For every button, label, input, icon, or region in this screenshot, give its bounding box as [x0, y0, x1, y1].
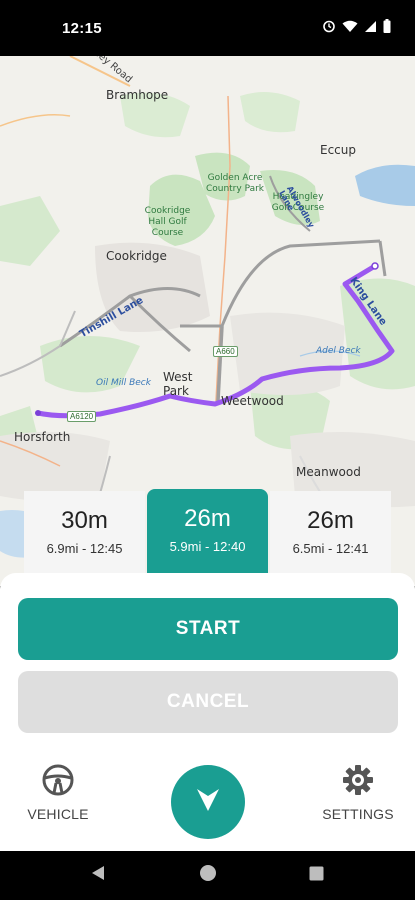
status-time: 12:15 [62, 20, 102, 37]
route-option-3[interactable]: 26m 6.5mi - 12:41 [270, 491, 391, 573]
start-button[interactable]: START [18, 598, 398, 660]
route-duration: 30m [61, 507, 108, 534]
nav-settings[interactable]: SETTINGS [317, 763, 399, 822]
back-button[interactable] [86, 851, 110, 900]
battery-icon [383, 19, 391, 38]
route-distance-eta: 6.9mi - 12:45 [46, 541, 123, 556]
recents-icon [309, 866, 324, 886]
status-bar: 12:15 [0, 0, 415, 56]
nav-vehicle-label: VEHICLE [27, 806, 89, 822]
map-label-west-park: West Park [163, 370, 193, 398]
home-button[interactable] [196, 851, 220, 900]
navigate-button[interactable] [171, 765, 245, 839]
system-nav-bar [0, 851, 415, 900]
map-label-cookridge: Cookridge [106, 249, 167, 263]
map-label-golden-acre: Golden Acre Country Park [205, 173, 265, 194]
status-icons [322, 19, 391, 38]
route-duration: 26m [184, 505, 231, 532]
alarm-icon [322, 19, 336, 38]
bottom-panel: START CANCEL VEHICLE SETTINGS [0, 573, 415, 851]
wifi-icon [342, 20, 358, 38]
back-icon [91, 865, 105, 886]
road-badge-a660: A660 [213, 346, 238, 357]
navigation-arrow-icon [195, 785, 221, 820]
map-label-cookridge-golf: Cookridge Hall Golf Course [144, 206, 191, 238]
route-option-1[interactable]: 30m 6.9mi - 12:45 [24, 491, 145, 573]
map-label-oil-mill-beck: Oil Mill Beck [96, 378, 151, 388]
route-distance-eta: 5.9mi - 12:40 [169, 539, 246, 554]
cancel-button[interactable]: CANCEL [18, 671, 398, 733]
gear-icon [341, 765, 375, 801]
home-icon [199, 864, 217, 887]
map-label-meanwood: Meanwood [296, 465, 361, 479]
route-duration: 26m [307, 507, 354, 534]
map-label-weetwood: Weetwood [221, 394, 284, 408]
route-option-2[interactable]: 26m 5.9mi - 12:40 [147, 489, 268, 575]
signal-icon [364, 20, 377, 38]
nav-settings-label: SETTINGS [322, 806, 394, 822]
map-label-adel-beck: Adel Beck [316, 346, 361, 356]
map-label-bramhope: Bramhope [106, 88, 169, 102]
steering-wheel-icon [41, 764, 75, 801]
map-label-horsforth: Horsforth [14, 430, 71, 444]
route-distance-eta: 6.5mi - 12:41 [292, 541, 369, 556]
nav-vehicle[interactable]: VEHICLE [18, 763, 98, 822]
map-label-eccup: Eccup [320, 143, 356, 157]
road-badge-a6120: A6120 [67, 411, 97, 422]
recents-button[interactable] [304, 851, 328, 900]
